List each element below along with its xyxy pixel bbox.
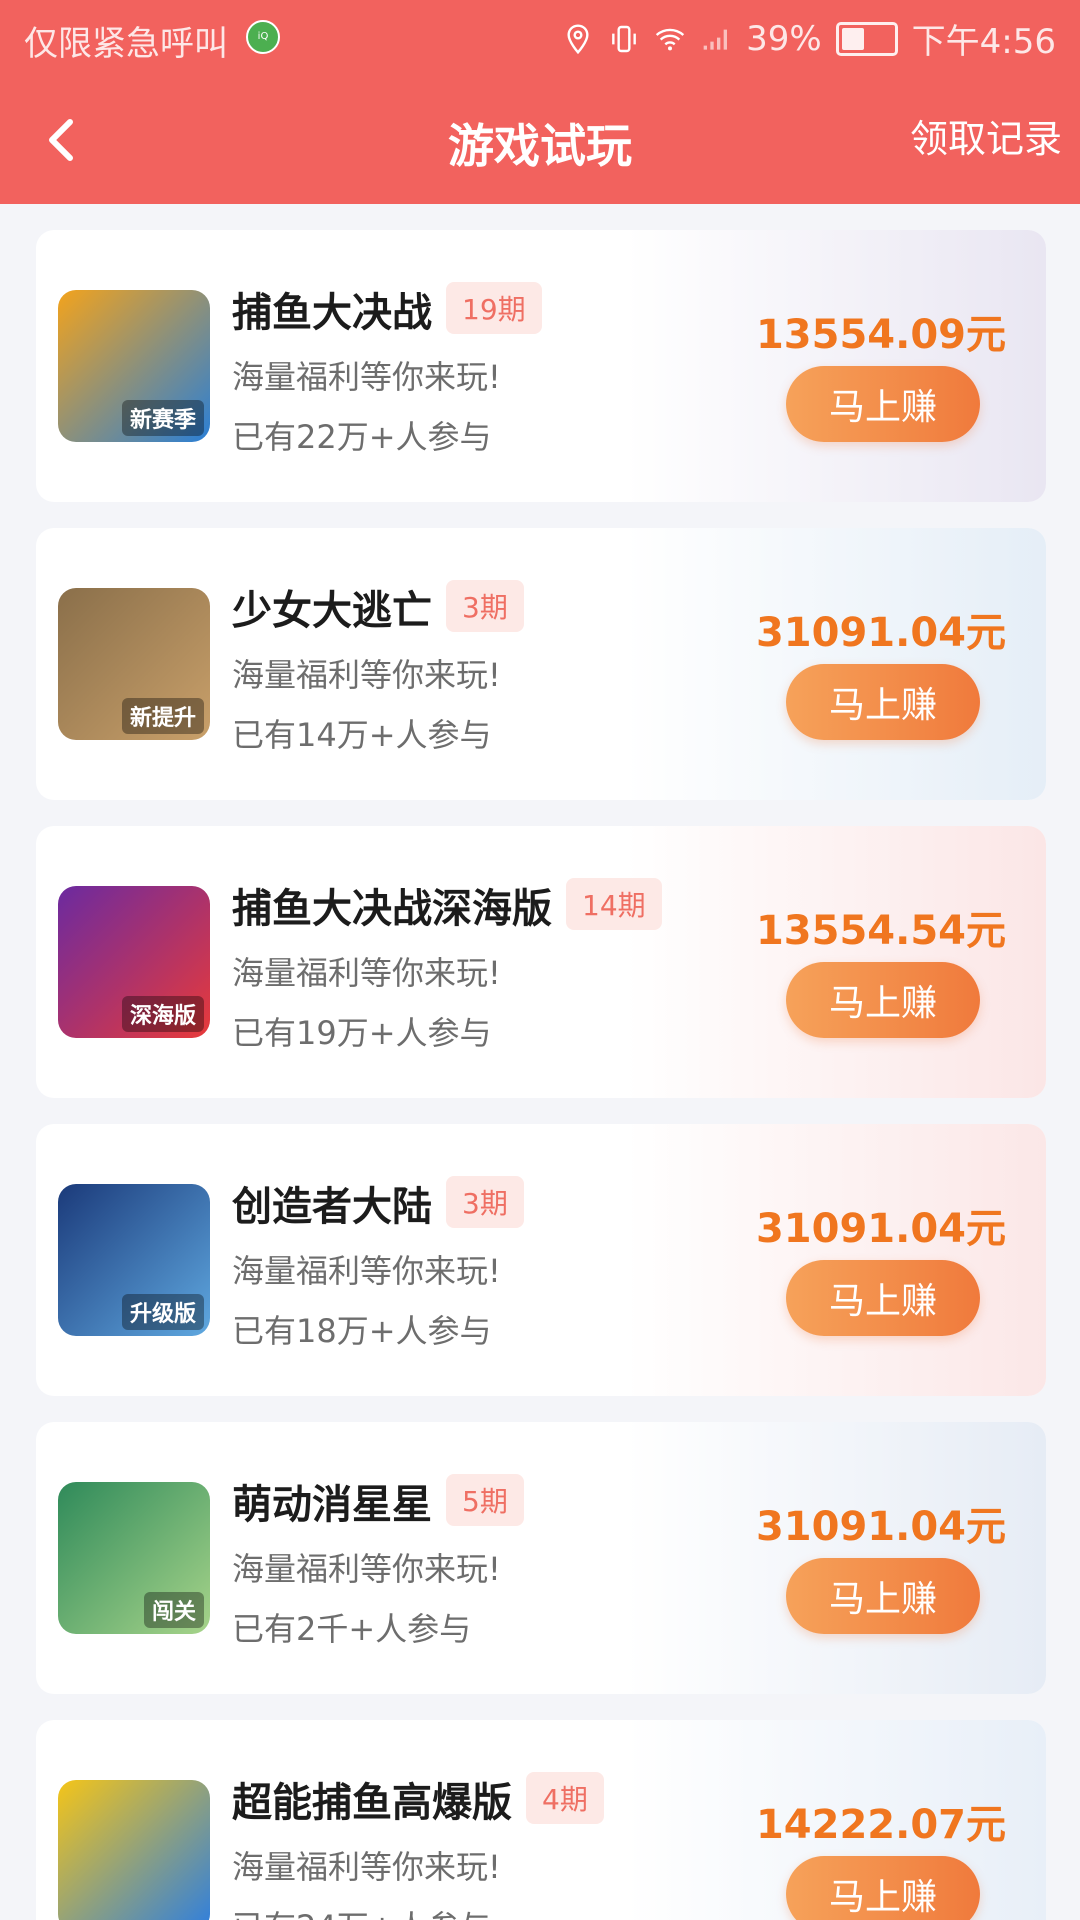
period-badge: 5期	[446, 1474, 524, 1526]
participant-count: 已有2千+人参与	[232, 1610, 472, 1648]
earn-now-button[interactable]: 马上赚	[786, 962, 980, 1038]
reward-amount: 13554.54元	[755, 908, 1006, 954]
game-card[interactable]: 深海版 捕鱼大决战深海版 14期海量福利等你来玩! 已有19万+人参与 13554.54…	[36, 826, 1046, 1098]
reward-amount: 31091.04元	[755, 610, 1006, 656]
reward-amount: 14222.07元	[755, 1802, 1006, 1848]
game-card[interactable]: 超能捕鱼高爆版 4期海量福利等你来玩! 已有24万+人参与 14222.07元马上赚	[36, 1720, 1046, 1920]
participant-count: 已有19万+人参与	[232, 1014, 492, 1052]
wifi-icon	[655, 28, 685, 50]
signal-icon	[703, 29, 728, 50]
status-right: 39% 下午4:56	[562, 14, 1056, 63]
game-icon-tag: 升级版	[121, 1294, 204, 1330]
iqiyi-badge-icon: iQ	[246, 20, 280, 54]
header: 仅限紧急呼叫 iQ 39% 下午4:56 游戏试玩 领取记录	[0, 0, 1080, 204]
status-left-text: 仅限紧急呼叫	[24, 24, 228, 64]
reward-amount: 13554.09元	[755, 312, 1006, 358]
game-subtitle: 海量福利等你来玩!	[232, 656, 501, 694]
participant-count: 已有14万+人参与	[232, 716, 492, 754]
game-title: 捕鱼大决战深海版	[232, 886, 552, 932]
game-icon[interactable]: 深海版	[58, 886, 210, 1038]
game-card[interactable]: 新赛季 捕鱼大决战 19期海量福利等你来玩! 已有22万+人参与 13554.09元马上…	[36, 230, 1046, 502]
game-icon[interactable]: 升级版	[58, 1184, 210, 1336]
earn-now-button[interactable]: 马上赚	[786, 366, 980, 442]
game-icon-tag: 深海版	[121, 996, 204, 1032]
game-title: 捕鱼大决战	[232, 290, 432, 336]
participant-count: 已有22万+人参与	[232, 418, 492, 456]
game-icon-tag: 闯关	[143, 1592, 204, 1628]
earn-now-button[interactable]: 马上赚	[786, 664, 980, 740]
game-icon-tag: 新赛季	[121, 400, 204, 436]
game-icon[interactable]	[58, 1780, 210, 1920]
game-card[interactable]: 升级版 创造者大陆 3期海量福利等你来玩! 已有18万+人参与 31091.04元马上赚	[36, 1124, 1046, 1396]
game-title: 萌动消星星	[232, 1482, 432, 1528]
participant-count: 已有24万+人参与	[232, 1902, 492, 1920]
earn-now-button[interactable]: 马上赚	[786, 1260, 980, 1336]
period-badge: 4期	[526, 1772, 604, 1824]
reward-amount: 31091.04元	[755, 1206, 1006, 1252]
period-badge: 3期	[446, 580, 524, 632]
game-subtitle: 海量福利等你来玩!	[232, 1252, 501, 1290]
game-card[interactable]: 新提升 少女大逃亡 3期海量福利等你来玩! 已有14万+人参与 31091.04元马上赚	[36, 528, 1046, 800]
participant-count: 已有18万+人参与	[232, 1312, 492, 1350]
game-card[interactable]: 闯关 萌动消星星 5期海量福利等你来玩! 已有2千+人参与 31091.04元马上赚	[36, 1422, 1046, 1694]
status-bar: 仅限紧急呼叫 iQ 39% 下午4:56	[0, 0, 1080, 76]
claim-records-link[interactable]: 领取记录	[910, 108, 1062, 163]
game-subtitle: 海量福利等你来玩!	[232, 358, 501, 396]
game-subtitle: 海量福利等你来玩!	[232, 1848, 501, 1886]
game-title: 超能捕鱼高爆版	[232, 1780, 512, 1826]
game-icon-tag: 新提升	[121, 698, 204, 734]
game-subtitle: 海量福利等你来玩!	[232, 954, 501, 992]
battery-percent: 39%	[746, 18, 822, 59]
earn-now-button[interactable]: 马上赚	[786, 1558, 980, 1634]
game-icon[interactable]: 新提升	[58, 588, 210, 740]
game-icon[interactable]: 新赛季	[58, 290, 210, 442]
status-time: 下午4:56	[911, 22, 1056, 62]
game-title: 少女大逃亡	[232, 588, 432, 634]
period-badge: 3期	[446, 1176, 524, 1228]
game-title: 创造者大陆	[232, 1184, 432, 1230]
location-icon	[567, 23, 589, 54]
game-subtitle: 海量福利等你来玩!	[232, 1550, 501, 1588]
game-icon[interactable]: 闯关	[58, 1482, 210, 1634]
nav-bar: 游戏试玩 领取记录	[0, 76, 1080, 204]
period-badge: 14期	[566, 878, 662, 930]
vibrate-icon	[612, 25, 636, 52]
reward-amount: 31091.04元	[755, 1504, 1006, 1550]
earn-now-button[interactable]: 马上赚	[786, 1856, 980, 1920]
period-badge: 19期	[446, 282, 542, 334]
battery-icon	[835, 21, 898, 56]
game-list: 新赛季 捕鱼大决战 19期海量福利等你来玩! 已有22万+人参与 13554.09元马上…	[0, 204, 1080, 1920]
